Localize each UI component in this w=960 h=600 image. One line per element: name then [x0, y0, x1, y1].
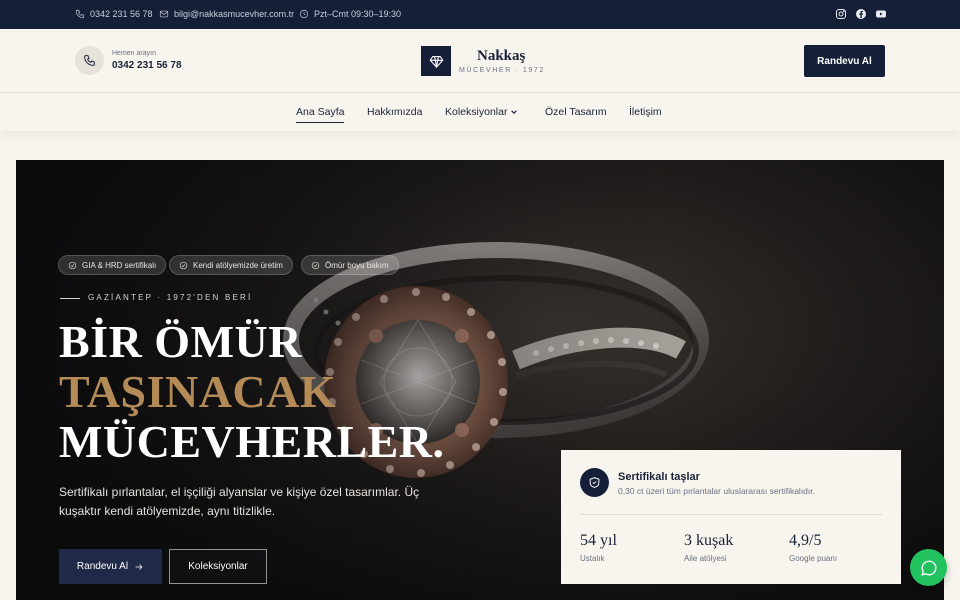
facebook-icon[interactable] [855, 8, 867, 20]
shield-badge [580, 468, 609, 497]
check-circle-icon [179, 261, 188, 269]
nav-item-about[interactable]: Hakkımızda [367, 106, 422, 118]
phone-icon [84, 55, 95, 66]
nav-label: İletişim [629, 106, 662, 118]
nav-label: Özel Tasarım [545, 106, 607, 118]
topbar-phone[interactable]: 0342 231 56 78 [75, 9, 153, 19]
hero-headline-line-3: MÜCEVHERLER. [59, 416, 445, 467]
badge-certified: GIA & HRD sertifikalı [58, 255, 167, 275]
topbar-email[interactable]: bilgi@nakkasmucevher.com.tr [159, 9, 294, 19]
check-circle-icon [311, 261, 320, 269]
stat-google-rating: 4,9/5 Google puanı [789, 532, 837, 563]
logo-tagline: MÜCEVHER · 1972 [459, 67, 545, 74]
stat-label: Google puanı [789, 554, 838, 563]
logo-name[interactable]: Nakkaş [477, 48, 525, 65]
topbar-email-text: bilgi@nakkasmucevher.com.tr [174, 9, 295, 19]
nav-item-collections[interactable]: Koleksiyonlar [445, 106, 518, 118]
chevron-down-icon [511, 110, 518, 115]
whatsapp-button[interactable] [910, 549, 947, 586]
stat-experience: 54 yıl Ustalık [580, 532, 617, 563]
card-divider [580, 514, 882, 515]
nav-item-custom-design[interactable]: Özel Tasarım [545, 106, 607, 118]
eyebrow-divider [60, 298, 80, 299]
badge-text: Kendi atölyemizde üretim [193, 260, 283, 270]
certificate-card: Sertifikalı taşlar 0,30 ct üzeri tüm pır… [561, 450, 901, 584]
clock-icon [299, 9, 309, 19]
phone-icon [75, 9, 85, 19]
header-appointment-button[interactable]: Randevu Al [804, 45, 885, 77]
nav-item-home[interactable]: Ana Sayfa [296, 106, 345, 123]
badge-text: Ömür boyu bakım [325, 260, 389, 270]
stat-label: Ustalık [580, 554, 605, 563]
check-circle-icon [68, 261, 77, 269]
logo-mark[interactable] [421, 46, 451, 76]
topbar-hours: Pzt–Cmt 09:30–19:30 [299, 9, 401, 19]
youtube-icon[interactable] [875, 8, 887, 20]
nav-label: Hakkımızda [367, 106, 423, 118]
stat-value: 4,9/5 [789, 532, 822, 549]
hero-headline-line-1: BİR ÖMÜR [59, 316, 302, 367]
badge-own-workshop: Kendi atölyemizde üretim [169, 255, 293, 275]
shield-check-icon [589, 477, 600, 488]
chat-bubble-icon [920, 560, 936, 576]
hero-collections-button[interactable]: Koleksiyonlar [169, 549, 267, 584]
stat-value: 3 kuşak [684, 532, 734, 549]
call-number[interactable]: 0342 231 56 78 [112, 60, 182, 71]
diamond-icon [429, 55, 443, 68]
instagram-icon[interactable] [835, 8, 847, 20]
topbar-phone-text: 0342 231 56 78 [90, 9, 153, 19]
nav-label: Koleksiyonlar [445, 106, 508, 118]
hero-headline-line-2: TAŞINACAK [59, 366, 337, 417]
site-header: Hemen arayın 0342 231 56 78 Nakkaş MÜCEV… [0, 29, 960, 93]
mail-icon [159, 10, 169, 18]
badge-lifetime-care: Ömür boyu bakım [301, 255, 399, 275]
card-title: Sertifikalı taşlar [618, 471, 700, 483]
call-button[interactable] [75, 46, 104, 75]
main-nav: Ana Sayfa Hakkımızda Koleksiyonlar Özel … [0, 94, 960, 131]
button-label: Randevu Al [76, 561, 129, 572]
nav-label: Ana Sayfa [296, 106, 345, 118]
hero-appointment-button[interactable]: Randevu Al [59, 549, 162, 584]
stat-label: Aile atölyesi [684, 554, 727, 563]
top-bar: 0342 231 56 78 bilgi@nakkasmucevher.com.… [0, 0, 960, 29]
stat-generations: 3 kuşak Aile atölyesi [684, 532, 733, 563]
badge-text: GIA & HRD sertifikalı [82, 260, 157, 270]
hero-eyebrow: GAZİANTEP · 1972'DEN BERİ [88, 293, 253, 302]
nav-item-contact[interactable]: İletişim [629, 106, 662, 118]
hero-description: Sertifikalı pırlantalar, el işçiliği aly… [59, 485, 420, 518]
call-caption: Hemen arayın [112, 50, 156, 57]
arrow-right-icon [135, 563, 143, 570]
stat-value: 54 yıl [580, 532, 617, 549]
card-description: 0,30 ct üzeri tüm pırlantalar uluslarara… [618, 486, 815, 496]
topbar-hours-text: Pzt–Cmt 09:30–19:30 [314, 9, 402, 19]
